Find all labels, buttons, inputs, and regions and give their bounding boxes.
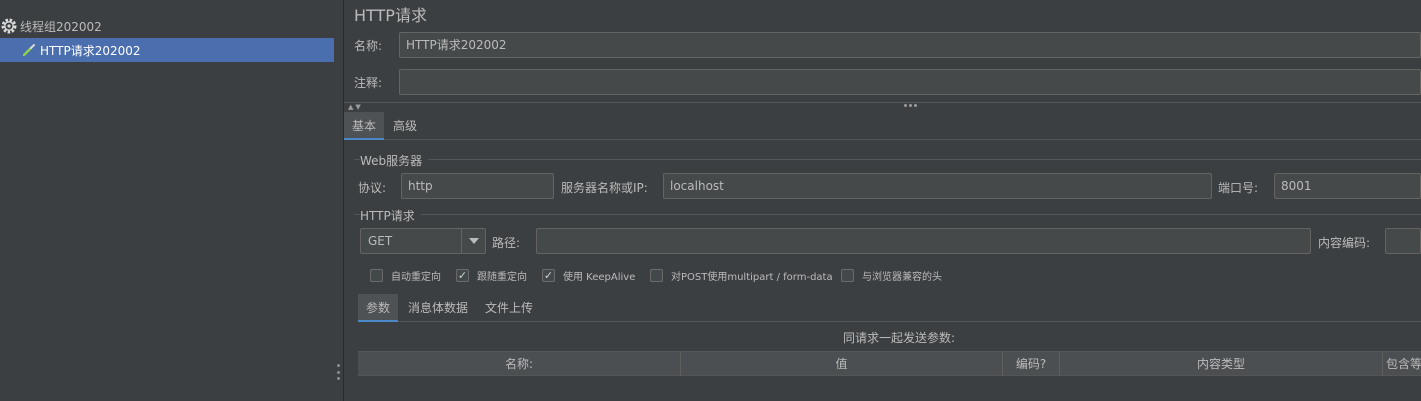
encoding-label: 内容编码:	[1318, 236, 1371, 250]
option-label: 跟随重定向	[477, 272, 527, 283]
panel-divider[interactable]	[344, 102, 1421, 110]
column-header-value[interactable]: 值	[681, 352, 1003, 376]
tree-item-label: HTTP请求202002	[40, 43, 141, 58]
checkbox-icon[interactable]	[841, 269, 854, 282]
panel-title: HTTP请求	[354, 6, 427, 25]
jmeter-window: 线程组202002 HTTP请求202002 HTTP请求 名称: HTTP请求…	[0, 0, 1421, 401]
column-header-name[interactable]: 名称:	[358, 352, 681, 376]
tree-item-http-request[interactable]: HTTP请求202002	[0, 38, 334, 62]
chevron-down-icon[interactable]	[461, 229, 485, 253]
web-server-group-title: Web服务器	[360, 152, 429, 169]
column-header-include[interactable]: 包含等	[1383, 352, 1421, 376]
encoding-field[interactable]	[1385, 228, 1421, 254]
protocol-label: 协议:	[358, 181, 387, 195]
splitter-grip-icon[interactable]	[337, 364, 341, 380]
server-field[interactable]: localhost	[663, 173, 1212, 199]
option-label: 自动重定向	[391, 272, 441, 283]
tab-basic[interactable]: 基本	[344, 112, 385, 140]
http-request-panel: HTTP请求 名称: HTTP请求202002 注释: ▲▼ 基本 高级 Web…	[344, 0, 1421, 401]
checkbox-checked-icon[interactable]: ✓	[456, 269, 469, 282]
option-label: 使用 KeepAlive	[563, 272, 636, 283]
http-request-group-title: HTTP请求	[360, 207, 421, 224]
path-label: 路径:	[492, 236, 521, 250]
server-label: 服务器名称或IP:	[561, 181, 648, 195]
tab-body-data[interactable]: 消息体数据	[400, 294, 476, 322]
option-keepalive[interactable]: ✓ 使用 KeepAlive	[542, 268, 635, 283]
method-select[interactable]: GET	[360, 228, 486, 254]
request-body-tabs: 参数 消息体数据 文件上传	[358, 294, 1421, 322]
tree-item-label: 线程组202002	[20, 19, 102, 34]
name-field[interactable]: HTTP请求202002	[399, 32, 1421, 58]
option-label: 对POST使用multipart / form-data	[671, 272, 833, 283]
pipette-icon	[20, 41, 38, 59]
tree-splitter[interactable]	[334, 0, 344, 401]
tab-file-upload[interactable]: 文件上传	[477, 294, 541, 322]
port-field[interactable]: 8001	[1274, 173, 1421, 199]
option-auto-redirect[interactable]: 自动重定向	[370, 268, 441, 283]
checkbox-icon[interactable]	[650, 269, 663, 282]
protocol-field[interactable]: http	[401, 173, 554, 199]
divider-grip-icon[interactable]	[904, 104, 917, 107]
port-label: 端口号:	[1218, 181, 1259, 195]
name-label: 名称:	[354, 39, 383, 53]
option-browser-headers[interactable]: 与浏览器兼容的头	[841, 268, 942, 283]
checkbox-checked-icon[interactable]: ✓	[542, 269, 555, 282]
option-multipart[interactable]: 对POST使用multipart / form-data	[650, 268, 833, 283]
params-table-header: 名称: 值 编码? 内容类型 包含等	[358, 351, 1421, 376]
column-header-content-type[interactable]: 内容类型	[1060, 352, 1383, 376]
tab-parameters[interactable]: 参数	[358, 294, 399, 322]
main-tabs: 基本 高级	[344, 112, 1421, 140]
test-plan-tree: 线程组202002 HTTP请求202002	[0, 0, 334, 401]
column-header-encode[interactable]: 编码?	[1003, 352, 1060, 376]
tree-item-thread-group[interactable]: 线程组202002	[0, 14, 334, 38]
tab-advanced[interactable]: 高级	[385, 112, 425, 140]
comment-field[interactable]	[399, 69, 1421, 95]
checkbox-icon[interactable]	[370, 269, 383, 282]
method-value: GET	[368, 234, 393, 248]
params-caption: 同请求一起发送参数:	[842, 331, 956, 345]
path-field[interactable]	[536, 228, 1311, 254]
web-server-group-border	[354, 159, 1421, 160]
option-follow-redirect[interactable]: ✓ 跟随重定向	[456, 268, 527, 283]
option-label: 与浏览器兼容的头	[862, 272, 942, 283]
comment-label: 注释:	[354, 76, 383, 90]
gear-icon	[0, 17, 18, 35]
collapse-arrows-icon[interactable]: ▲▼	[348, 103, 363, 111]
http-request-group-border	[354, 214, 1421, 215]
